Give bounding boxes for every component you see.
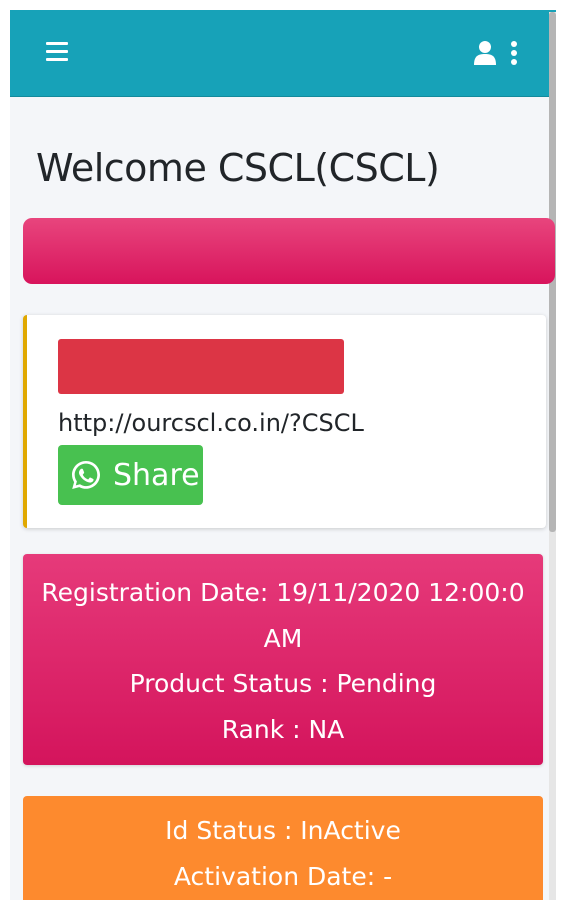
announcement-banner [23,218,555,284]
user-icon[interactable] [474,40,496,66]
id-status-card: Id Status : InActive Activation Date: - [23,796,543,900]
top-navbar [10,10,556,97]
referral-card: http://ourcscl.co.in/?CSCL Share [23,315,546,528]
id-status: Id Status : InActive [165,816,401,845]
registration-date-line-2: AM [263,623,303,653]
whatsapp-icon [72,461,100,489]
share-label: Share [113,457,200,493]
whatsapp-share-button[interactable]: Share [58,445,203,505]
app-screen: Welcome CSCL(CSCL) http://ourcscl.co.in/… [10,10,556,900]
kebab-more-icon[interactable] [509,40,519,66]
hamburger-menu-icon[interactable] [46,42,68,62]
product-status: Product Status : Pending [129,669,437,698]
rank: Rank : NA [221,714,345,744]
welcome-heading: Welcome CSCL(CSCL) [36,146,440,190]
registration-date-line-1: Registration Date: 19/11/2020 12:00:0 [41,578,525,607]
referral-link[interactable]: http://ourcscl.co.in/?CSCL [58,409,364,437]
activation-date: Activation Date: - [173,861,393,891]
page-scrollbar[interactable] [549,12,556,900]
registration-info-card: Registration Date: 19/11/2020 12:00:0 AM… [23,554,543,765]
redacted-referral-bar [58,339,344,394]
